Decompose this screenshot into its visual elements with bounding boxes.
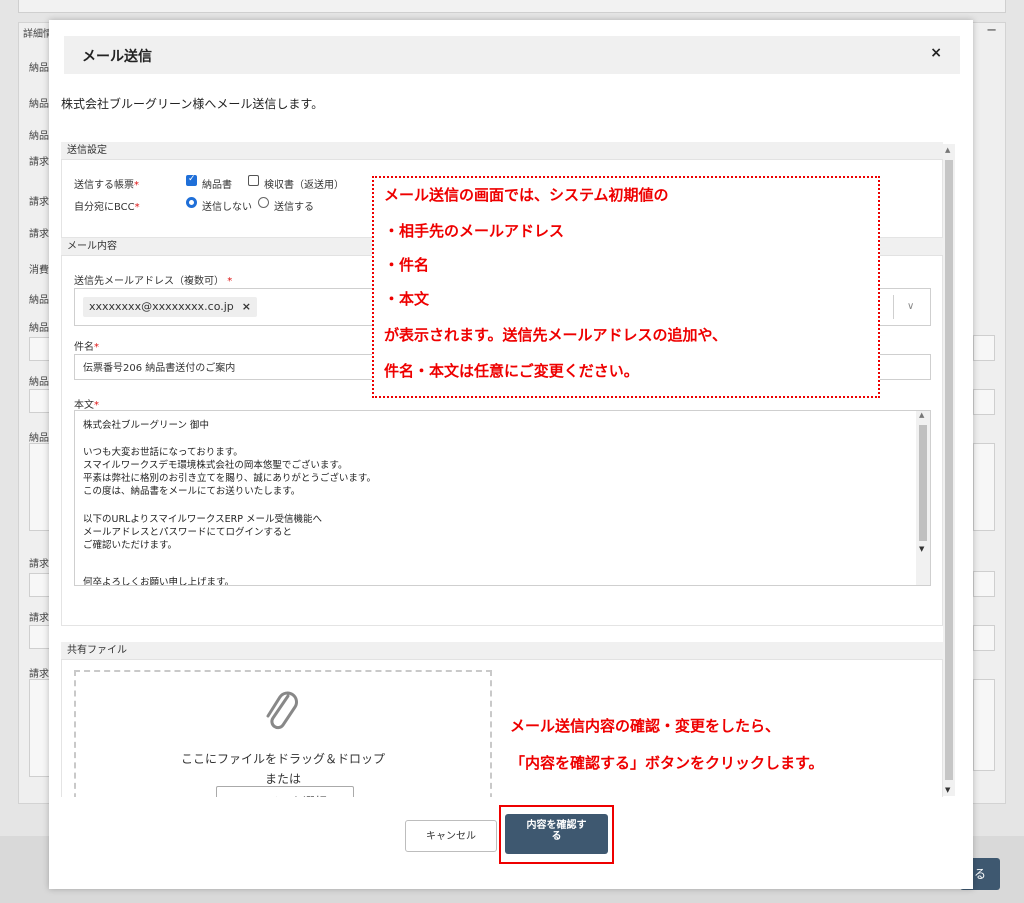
annotation-box: メール送信の画面では、システム初期値の ・相手先のメールアドレス ・件名 ・本文…: [372, 176, 880, 398]
confirm-button-label-line1: 内容を確認す: [526, 820, 587, 831]
checkbox-inspection-note-label: 検収書（返送用）: [264, 180, 344, 191]
annotation-line: 件名・本文は任意にご変更ください。: [384, 362, 639, 380]
body-line: この度は、納品書をメールにてお送りいたします。: [83, 486, 301, 497]
annotation-line: が表示されます。送信先メールアドレスの追加や、: [384, 326, 728, 344]
body-label: 本文*: [74, 400, 99, 411]
annotation-bottom-line: メール送信内容の確認・変更をしたら、: [510, 717, 781, 735]
section-shared-files-heading: 共有ファイル: [61, 642, 943, 660]
checkbox-inspection-note[interactable]: [248, 175, 259, 186]
body-line: ご確認いただけます。: [83, 540, 178, 551]
doc-type-label: 送信する帳票*: [74, 180, 139, 191]
scroll-down-icon[interactable]: ▼: [919, 545, 924, 553]
scroll-up-icon[interactable]: ▲: [919, 411, 924, 419]
annotation-line: ・件名: [384, 256, 430, 274]
bg-label: 請求: [29, 669, 49, 680]
bg-collapse-icon[interactable]: −: [986, 23, 997, 38]
bg-top-box: [18, 0, 1006, 13]
paperclip-icon: [266, 691, 298, 730]
confirm-button-label-line2: る: [551, 831, 562, 842]
modal-scrollbar[interactable]: ▲ ▼: [943, 144, 955, 796]
bg-label: 納品: [29, 295, 49, 306]
modal-intro-text: 株式会社ブルーグリーン様へメール送信します。: [61, 97, 324, 111]
body-line: いつも大変お世話になっております。: [83, 447, 243, 458]
subject-label: 件名*: [74, 342, 99, 353]
body-textarea[interactable]: 株式会社ブルーグリーン 御中 いつも大変お世話になっております。 スマイルワーク…: [74, 410, 931, 586]
body-scrollbar[interactable]: ▲ ▼: [916, 411, 930, 585]
body-line: メールアドレスとパスワードにてログインすると: [83, 527, 293, 538]
radio-bcc-no[interactable]: [186, 197, 197, 208]
bg-textarea: [973, 679, 995, 771]
bg-textarea: [973, 443, 995, 531]
bg-label: 消費: [29, 265, 49, 276]
checkbox-delivery-note[interactable]: [186, 174, 197, 186]
subject-value: 伝票番号206 納品書送付のご案内: [83, 363, 236, 374]
bg-input: [973, 625, 995, 651]
bg-label: 納品: [29, 63, 49, 74]
section-shared-files: ここにファイルをドラッグ＆ドロップ または ファイルを選択: [61, 660, 943, 797]
file-dropzone[interactable]: ここにファイルをドラッグ＆ドロップ または ファイルを選択: [74, 670, 492, 797]
body-scroll-thumb[interactable]: [919, 425, 927, 541]
annotation-bottom-line: 「内容を確認する」ボタンをクリックします。: [510, 754, 824, 772]
bg-label: 請求: [29, 229, 49, 240]
section-send-settings-heading: 送信設定: [61, 142, 943, 160]
chevron-down-icon[interactable]: ∨: [907, 301, 914, 312]
modal-scroll-thumb[interactable]: [945, 160, 953, 780]
bg-label: 納品: [29, 131, 49, 142]
body-line: 何卒よろしくお願い申し上げます。: [83, 577, 235, 586]
chip-remove-icon[interactable]: ×: [242, 300, 251, 313]
drop-text: ここにファイルをドラッグ＆ドロップ: [180, 752, 385, 766]
bg-input: [973, 335, 995, 361]
radio-bcc-yes[interactable]: [258, 197, 269, 208]
select-separator: [893, 295, 894, 319]
modal-title: メール送信: [82, 49, 152, 65]
bg-label: 請求: [29, 559, 49, 570]
or-text: または: [264, 772, 301, 786]
radio-bcc-no-label: 送信しない: [202, 202, 252, 213]
file-select-button[interactable]: ファイルを選択: [216, 786, 354, 797]
confirm-content-button[interactable]: 内容を確認す る: [505, 814, 608, 854]
body-line: 平素は弊社に格別のお引き立てを賜り、誠にありがとうございます。: [83, 473, 376, 484]
annotation-line: メール送信の画面では、システム初期値の: [384, 186, 669, 204]
bg-input: [973, 389, 995, 415]
scroll-down-icon[interactable]: ▼: [945, 786, 950, 794]
bg-label: 請求: [29, 197, 49, 208]
annotation-line: ・本文: [384, 290, 430, 308]
bg-label: 納品: [29, 323, 49, 334]
email-chip: xxxxxxxx@xxxxxxxx.co.jp ×: [83, 297, 257, 317]
checkbox-delivery-note-label: 納品書: [202, 180, 232, 191]
radio-bcc-yes-label: 送信する: [274, 202, 314, 213]
scroll-up-icon[interactable]: ▲: [945, 146, 950, 154]
bg-label: 納品: [29, 99, 49, 110]
bg-label: 納品: [29, 433, 49, 444]
bg-label: 請求: [29, 613, 49, 624]
bcc-label: 自分宛にBCC*: [74, 202, 140, 213]
body-line: スマイルワークスデモ環境株式会社の岡本悠聖でございます。: [83, 460, 348, 471]
to-address-label: 送信先メールアドレス（複数可） *: [74, 276, 233, 287]
modal-header: メール送信 ×: [64, 36, 960, 74]
cancel-button[interactable]: キャンセル: [405, 820, 497, 852]
annotation-line: ・相手先のメールアドレス: [384, 222, 565, 240]
bg-input: [973, 571, 995, 597]
bg-label: 請求: [29, 157, 49, 168]
body-line: 株式会社ブルーグリーン 御中: [83, 420, 210, 431]
bg-label: 納品: [29, 377, 49, 388]
close-icon[interactable]: ×: [930, 45, 942, 61]
body-line: 以下のURLよりスマイルワークスERP メール受信機能へ: [83, 514, 322, 525]
